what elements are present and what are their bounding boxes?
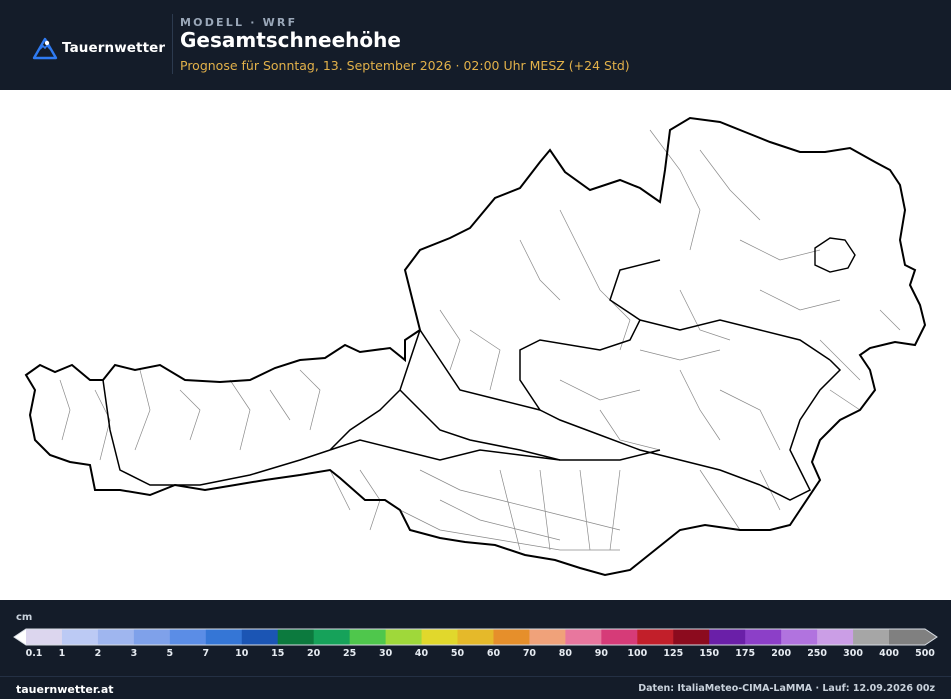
scale-arrow-left (14, 629, 26, 645)
scale-cell (349, 629, 387, 645)
brand-name: Tauernwetter (62, 40, 166, 56)
scale-cell (133, 629, 171, 645)
header-bar: Tauernwetter MODELL · WRF Gesamtschneehö… (0, 0, 951, 90)
legend-tick-label: 175 (735, 648, 756, 659)
scale-cell (241, 629, 279, 645)
scale-cell (529, 629, 566, 645)
header-divider (172, 14, 173, 74)
scale-cell (205, 629, 243, 645)
legend-tick-label: 5 (166, 648, 174, 659)
footer-divider (0, 676, 951, 677)
forecast-subtitle: Prognose für Sonntag, 13. September 2026… (180, 58, 630, 73)
legend-tick-label: 200 (771, 648, 792, 659)
legend-tick-label: 50 (450, 648, 465, 659)
austria-outline (24, 116, 927, 577)
legend-tick-label: 25 (343, 648, 357, 659)
state-borders (102, 259, 842, 501)
scale-cell (889, 629, 926, 645)
legend-ticks: 0.1 1 2 3 5 7 10 15 20 25 30 40 50 60 70 80 90 100 125 150 1… (0, 648, 951, 662)
legend-tick-label: 150 (699, 648, 720, 659)
legend-panel: cm 0.1 1 2 3 5 7 10 15 20 25 30 40 50 60 70 80 90 100 125 1… (0, 600, 951, 699)
scale-cell (313, 629, 351, 645)
scale-cell (601, 629, 638, 645)
vienna-outline (814, 237, 856, 273)
scale-cell (853, 629, 890, 645)
legend-tick-label: 2 (94, 648, 102, 659)
legend-tick-label: 90 (594, 648, 608, 659)
legend-tick-label: 3 (130, 648, 138, 659)
austria-map (24, 116, 927, 577)
legend-tick-label: 0.1 (25, 648, 43, 659)
footer-source: Daten: ItaliaMeteo-CIMA-LaMMA · Lauf: 12… (638, 683, 935, 694)
legend-tick-label: 60 (486, 648, 501, 659)
legend-tick-label: 100 (627, 648, 648, 659)
scale-cell (781, 629, 818, 645)
scale-cell (97, 629, 135, 645)
legend-tick-label: 30 (378, 648, 393, 659)
legend-tick-label: 300 (843, 648, 863, 659)
legend-tick-label: 80 (558, 648, 573, 659)
scale-cell (421, 629, 459, 645)
brand-logo[interactable]: Tauernwetter (32, 36, 165, 60)
color-scale-bar (13, 628, 938, 646)
scale-cell (61, 629, 99, 645)
legend-tick-label: 10 (235, 648, 249, 659)
scale-cell (637, 629, 674, 645)
legend-tick-label: 250 (807, 648, 828, 659)
footer-site[interactable]: tauernwetter.at (16, 683, 114, 696)
map-area (0, 90, 951, 600)
scale-cell (277, 629, 315, 645)
scale-cell (565, 629, 602, 645)
legend-tick-label: 40 (414, 648, 429, 659)
legend-tick-label: 400 (879, 648, 899, 659)
scale-cell (673, 629, 710, 645)
scale-cell (457, 629, 494, 645)
legend-tick-label: 125 (663, 648, 684, 659)
scale-cell (385, 629, 423, 645)
scale-cell (169, 629, 207, 645)
scale-cell (26, 629, 63, 645)
legend-tick-label: 70 (522, 648, 537, 659)
legend-tick-label: 1 (58, 648, 66, 659)
legend-tick-label: 15 (271, 648, 285, 659)
legend-unit: cm (16, 612, 33, 623)
legend-tick-label: 20 (307, 648, 321, 659)
scale-cell (493, 629, 530, 645)
scale-cell (745, 629, 782, 645)
mountain-logo-icon (32, 37, 58, 60)
scale-cell (709, 629, 746, 645)
scale-cell (817, 629, 854, 645)
legend-tick-label: 500 (915, 648, 935, 659)
legend-tick-label: 7 (202, 648, 210, 659)
page-title: Gesamtschneehöhe (180, 28, 401, 52)
scale-arrow-right (925, 629, 937, 645)
